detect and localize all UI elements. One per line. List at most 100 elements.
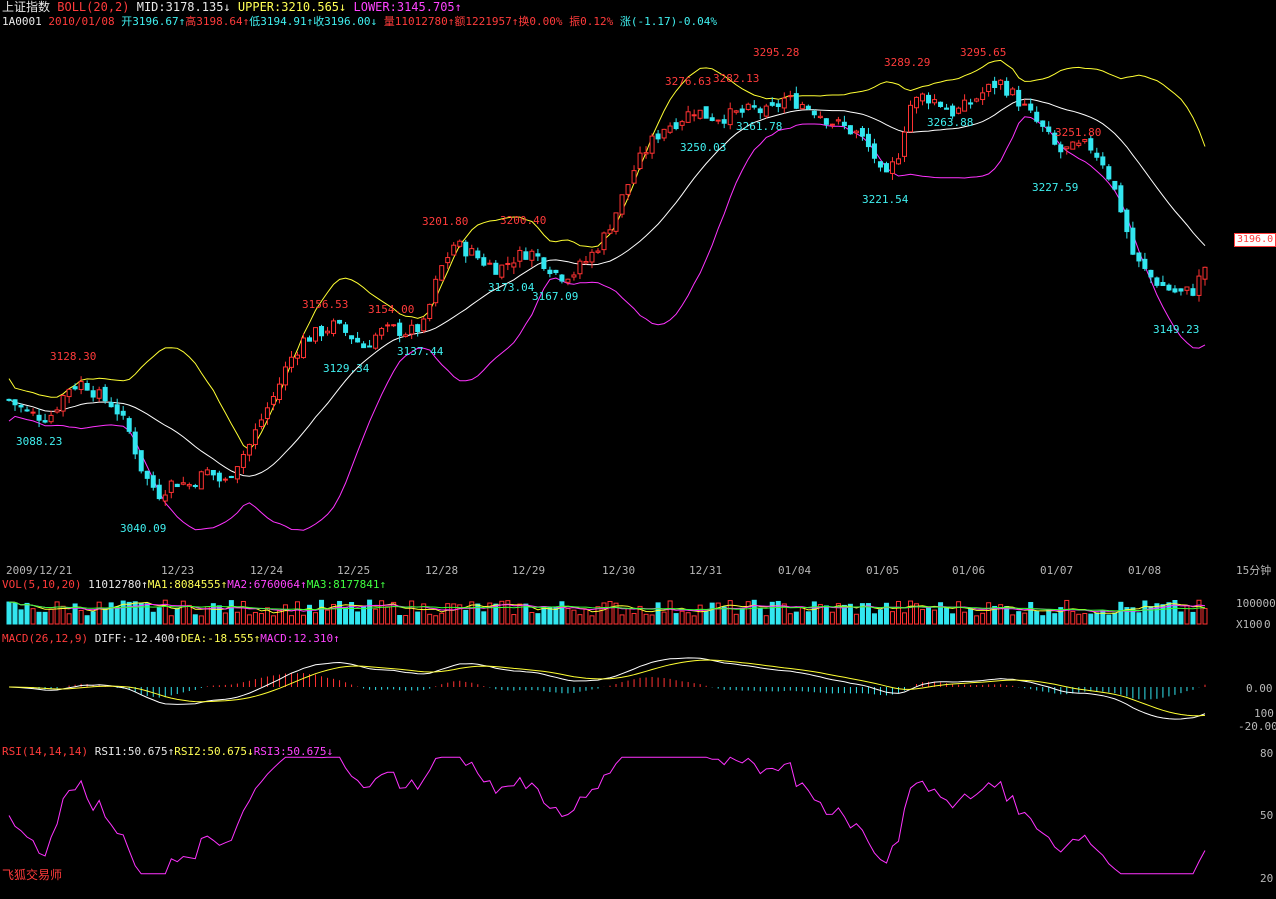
volume-bar bbox=[54, 601, 60, 625]
candle-body bbox=[72, 386, 78, 390]
price-annotation: 3173.04 bbox=[488, 281, 535, 294]
volume-bar bbox=[36, 611, 42, 625]
volume-bar bbox=[529, 612, 535, 625]
candle-body bbox=[493, 262, 499, 275]
price-annotation: 3129.34 bbox=[323, 362, 370, 375]
candle-body bbox=[721, 119, 727, 124]
price-annotation: 3200.40 bbox=[500, 214, 547, 227]
volume-bar bbox=[956, 601, 962, 625]
volume-bar bbox=[228, 600, 234, 625]
rsi1: RSI1:50.675↑ bbox=[94, 745, 175, 758]
volume-bar bbox=[547, 606, 553, 625]
volume-bar bbox=[397, 615, 403, 625]
candle-body bbox=[186, 483, 192, 487]
price-annotation: 3154.00 bbox=[368, 303, 415, 316]
candle-body bbox=[541, 257, 547, 270]
candle-body bbox=[216, 472, 222, 482]
volume-bar bbox=[48, 608, 54, 625]
candle-body bbox=[883, 163, 889, 173]
candle-body bbox=[956, 107, 962, 114]
candle-body bbox=[1160, 281, 1166, 287]
volume-bar bbox=[409, 600, 415, 625]
candle-body bbox=[553, 269, 559, 274]
candle-body bbox=[901, 131, 907, 157]
candle-body bbox=[1040, 120, 1046, 127]
volume-bar bbox=[132, 601, 138, 625]
volume-bar bbox=[6, 601, 12, 625]
volume-bar bbox=[565, 608, 571, 625]
candle-body bbox=[589, 251, 595, 263]
candle-body bbox=[313, 327, 319, 342]
volume-bar bbox=[1052, 613, 1058, 625]
vol-header: VOL(5,10,20) 11012780↑MA1:8084555↑MA2:67… bbox=[2, 578, 386, 591]
candle-body bbox=[1034, 111, 1040, 122]
candle-body bbox=[697, 109, 703, 119]
volume-bar bbox=[463, 609, 469, 625]
candle-body bbox=[932, 99, 938, 104]
candle-body bbox=[307, 337, 313, 342]
candle-body bbox=[433, 278, 439, 304]
candle-body bbox=[361, 343, 367, 349]
vol-label: VOL(5,10,20) bbox=[2, 578, 82, 591]
period-label[interactable]: 15分钟 bbox=[1236, 564, 1271, 577]
x-axis-date-label: 12/24 bbox=[250, 564, 284, 577]
candle-body bbox=[391, 324, 397, 327]
volume-bar bbox=[1196, 599, 1202, 625]
candle-body bbox=[950, 105, 956, 117]
volume-bar bbox=[367, 599, 373, 625]
volume-bar bbox=[974, 615, 980, 625]
candle-body bbox=[30, 411, 36, 414]
x-axis-date-label: 12/30 bbox=[602, 564, 636, 577]
macd-axis-neg20: -20.00 bbox=[1238, 720, 1276, 733]
quote-high: 高3198.64↑ bbox=[185, 15, 250, 28]
candle-body bbox=[835, 119, 841, 122]
quote-low: 低3194.91↑ bbox=[249, 15, 314, 28]
candle-body bbox=[1010, 88, 1016, 96]
boll-mid: MID:3178.135↓ bbox=[136, 0, 231, 14]
candle-body bbox=[1112, 180, 1118, 190]
candle-body bbox=[817, 115, 823, 119]
candle-body bbox=[355, 337, 361, 343]
candle-body bbox=[733, 110, 739, 113]
candle-body bbox=[1022, 103, 1028, 106]
volume-bar bbox=[78, 609, 84, 625]
volume-bar bbox=[908, 600, 914, 625]
candle-body bbox=[108, 402, 114, 408]
volume-bar bbox=[1136, 612, 1142, 625]
candle-body bbox=[781, 97, 787, 109]
boll-label: BOLL(20,2) bbox=[57, 0, 130, 14]
volume-bar bbox=[355, 611, 361, 625]
candle-body bbox=[204, 469, 210, 476]
candle-body bbox=[319, 325, 325, 337]
header-line-1: 上证指数 BOLL(20,2) MID:3178.135↓ UPPER:3210… bbox=[2, 1, 462, 14]
candle-body bbox=[992, 80, 998, 88]
candle-body bbox=[661, 128, 667, 139]
candle-body bbox=[102, 386, 108, 402]
rsi-axis-80: 80 bbox=[1260, 747, 1274, 760]
candle-body bbox=[1136, 252, 1142, 262]
volume-bar bbox=[1088, 613, 1094, 625]
x-axis-date-label: 01/04 bbox=[778, 564, 812, 577]
candle-body bbox=[42, 420, 48, 423]
candle-body bbox=[337, 319, 343, 324]
volume-bar bbox=[829, 611, 835, 625]
volume-bar bbox=[1112, 612, 1118, 625]
candle-body bbox=[162, 494, 168, 502]
candle-body bbox=[1004, 80, 1010, 96]
candle-body bbox=[1070, 141, 1076, 150]
volume-bar bbox=[385, 606, 391, 625]
price-annotation: 3221.54 bbox=[862, 193, 909, 206]
candle-body bbox=[938, 101, 944, 107]
volume-bar bbox=[379, 600, 385, 625]
volume-bar bbox=[84, 615, 90, 625]
candle-body bbox=[78, 381, 84, 391]
vol-ma3: MA3:8177841↑ bbox=[306, 578, 387, 591]
candle-body bbox=[469, 248, 475, 256]
x-axis-date-label: 12/28 bbox=[425, 564, 459, 577]
candle-body bbox=[703, 106, 709, 119]
volume-bar bbox=[535, 613, 541, 625]
volume-bar bbox=[944, 607, 950, 625]
volume-bar bbox=[763, 615, 769, 625]
candle-body bbox=[252, 429, 258, 445]
candle-body bbox=[655, 133, 661, 140]
